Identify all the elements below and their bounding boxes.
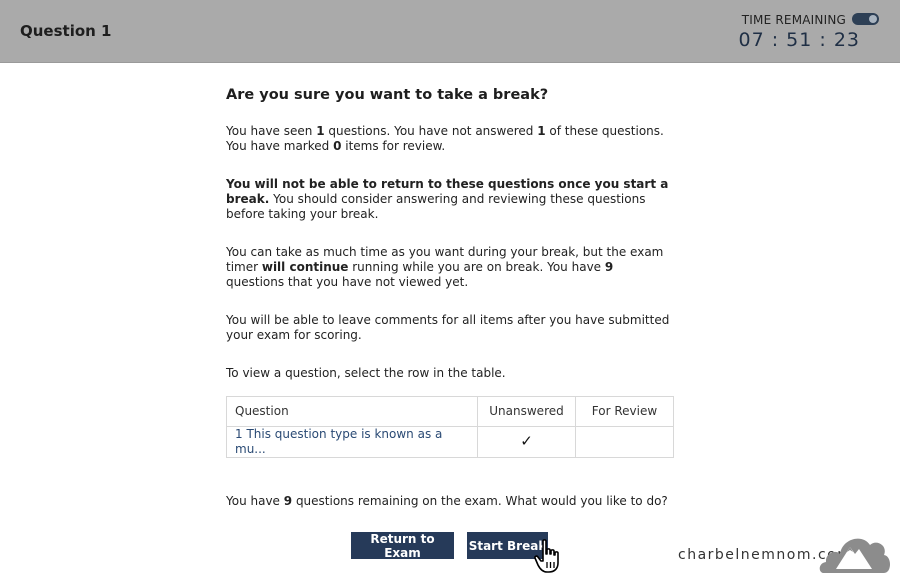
- table-header-row: Question Unanswered For Review: [226, 396, 674, 427]
- remaining-text: You have 9 questions remaining on the ex…: [226, 494, 668, 508]
- unviewed-count: 9: [604, 260, 614, 274]
- time-remaining-label: TIME REMAINING: [741, 13, 846, 27]
- dialog-title: Are you sure you want to take a break?: [226, 87, 549, 103]
- review-cell: [575, 426, 674, 458]
- timer-toggle[interactable]: [852, 13, 879, 25]
- checkmark-icon: ✓: [520, 432, 533, 450]
- unanswered-count: 1: [537, 124, 546, 138]
- question-title: Question 1: [20, 22, 112, 40]
- table-instructions: To view a question, select the row in th…: [226, 366, 506, 380]
- summary-paragraph: You have seen 1 questions. You have not …: [226, 124, 664, 153]
- remaining-count: 9: [283, 494, 293, 508]
- seen-count: 1: [316, 124, 325, 138]
- return-to-exam-button[interactable]: Return to Exam: [351, 532, 454, 560]
- countdown-timer: 07 : 51 : 23: [738, 29, 860, 51]
- unanswered-cell: ✓: [477, 426, 576, 458]
- comments-paragraph: You will be able to leave comments for a…: [226, 313, 670, 342]
- column-header-for-review[interactable]: For Review: [575, 396, 674, 427]
- warning-paragraph: You will not be able to return to these …: [226, 177, 669, 221]
- questions-table: Question Unanswered For Review 1 This qu…: [226, 396, 674, 458]
- top-bar: Question 1 TIME REMAINING 07 : 51 : 23: [0, 0, 900, 63]
- will-continue-text: will continue: [261, 260, 349, 274]
- hand-pointer-icon: [534, 539, 559, 573]
- timer-info-paragraph: You can take as much time as you want du…: [226, 245, 664, 289]
- toggle-knob: [869, 15, 877, 23]
- column-header-unanswered[interactable]: Unanswered: [477, 396, 576, 427]
- mountain-logo-icon: [819, 538, 890, 573]
- question-cell[interactable]: 1 This question type is known as a mu...: [226, 426, 478, 458]
- column-header-question[interactable]: Question: [226, 396, 478, 427]
- break-dialog: Are you sure you want to take a break? Y…: [226, 86, 674, 458]
- table-row[interactable]: 1 This question type is known as a mu...…: [226, 426, 674, 458]
